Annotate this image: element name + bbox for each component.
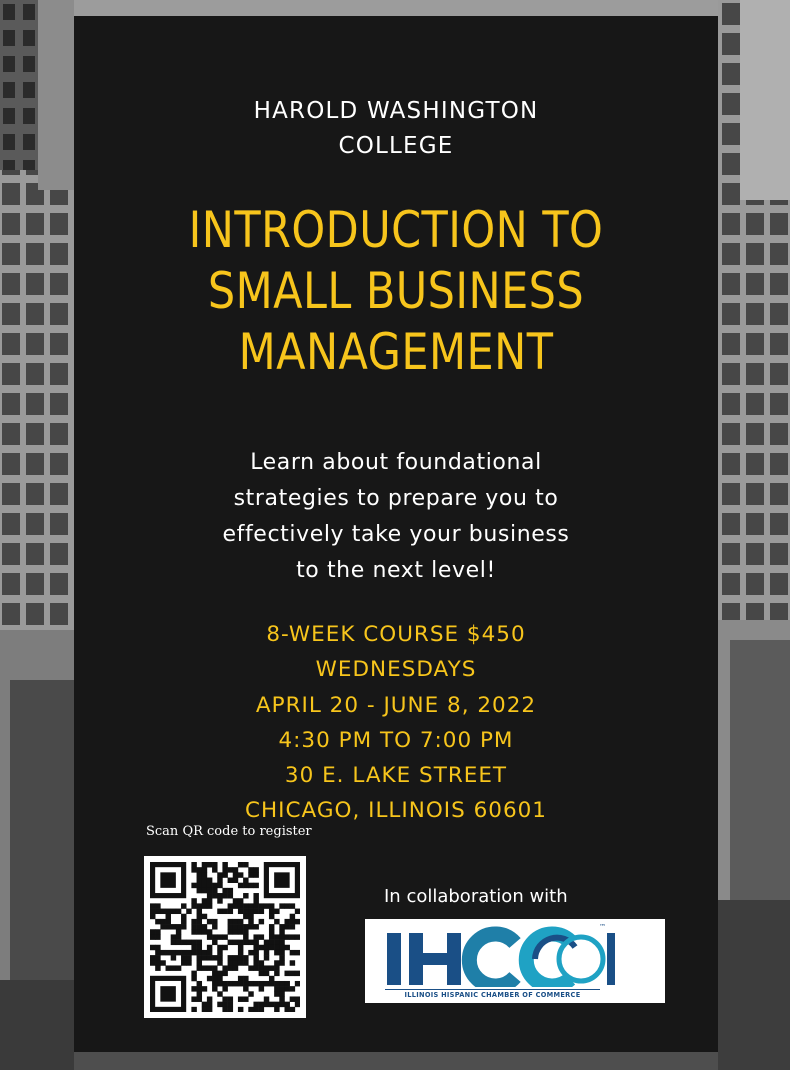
qr-finder-pattern	[263, 862, 300, 899]
ihcc-logo: ™ ILLINOIS HISPANIC CHAMBER OF COMMERCE	[365, 919, 665, 1003]
description-line: Learn about foundational	[250, 450, 542, 475]
course-title-line: MANAGEMENT	[238, 323, 554, 381]
ihcc-logo-mark	[387, 926, 615, 987]
course-street: 30 E. LAKE STREET	[284, 763, 508, 789]
description-line: strategies to prepare you to	[233, 486, 559, 511]
course-time: 4:30 PM TO 7:00 PM	[278, 727, 514, 753]
course-day: WEDNESDAYS	[315, 657, 477, 683]
registration-qr-code[interactable]	[144, 856, 306, 1018]
trademark-mark: ™	[599, 923, 606, 931]
qr-code-pattern	[150, 862, 300, 1012]
course-title: INTRODUCTION TO SMALL BUSINESS MANAGEMEN…	[119, 200, 673, 383]
course-title-line: SMALL BUSINESS	[207, 262, 585, 320]
college-name-line: COLLEGE	[338, 133, 454, 159]
course-description: Learn about foundational strategies to p…	[74, 445, 718, 589]
college-name-line: HAROLD WASHINGTON	[253, 98, 539, 124]
qr-caption: Scan QR code to register	[146, 824, 312, 839]
qr-finder-pattern	[150, 975, 187, 1012]
course-dates: APRIL 20 - JUNE 8, 2022	[255, 692, 537, 718]
ihcc-logo-tagline: ILLINOIS HISPANIC CHAMBER OF COMMERCE	[385, 989, 600, 999]
qr-finder-pattern	[150, 862, 187, 899]
collaboration-label: In collaboration with	[384, 886, 568, 907]
course-details: 8-WEEK COURSE $450 WEDNESDAYS APRIL 20 -…	[74, 617, 718, 829]
course-price: 8-WEEK COURSE $450	[266, 622, 526, 647]
course-title-line: INTRODUCTION TO	[188, 201, 604, 259]
college-name: HAROLD WASHINGTON COLLEGE	[74, 94, 718, 164]
description-line: to the next level!	[296, 558, 496, 583]
description-line: effectively take your business	[222, 522, 570, 547]
flyer-panel: HAROLD WASHINGTON COLLEGE INTRODUCTION T…	[74, 16, 718, 1052]
